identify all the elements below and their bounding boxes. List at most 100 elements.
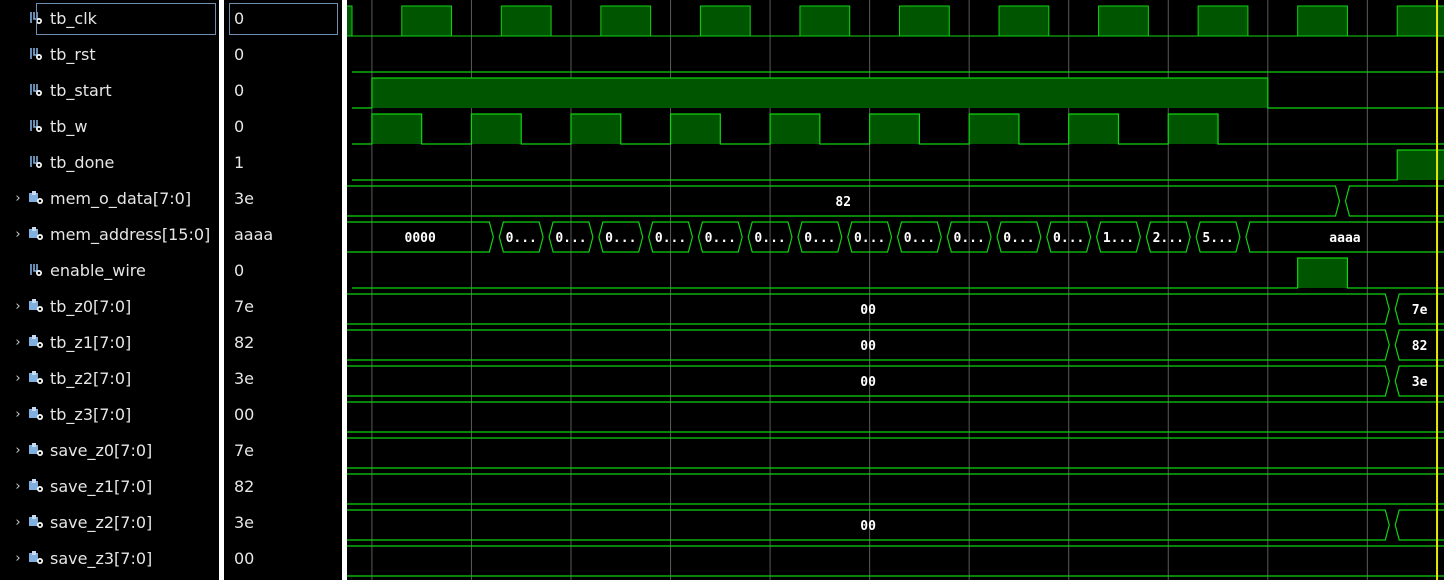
signal-name-cell[interactable]: ›tb_start <box>0 72 219 108</box>
signal-name[interactable]: enable_wire <box>50 261 146 280</box>
waveform-pane[interactable]: 82 0000 0... 0... 0... 0... 0... 0... 0... 0... 0.… <box>347 0 1444 580</box>
bus-value-label: 7e <box>1412 303 1428 318</box>
signal-row[interactable]: › save_z3[7:0] <box>0 540 219 576</box>
signal-value-pane[interactable]: 0 0 0 0 1 3e aaaa 0 7e 82 3e 00 7e 82 3e 00 <box>224 0 342 580</box>
signal-name[interactable]: tb_z2[7:0] <box>50 369 131 388</box>
waveform-tb_w[interactable] <box>352 113 1444 145</box>
signal-name[interactable]: tb_z3[7:0] <box>50 405 131 424</box>
signal-row[interactable]: › tb_z0[7:0] <box>0 288 219 324</box>
signal-value: 82 <box>234 333 255 352</box>
signal-value-row[interactable]: 1 <box>224 144 342 180</box>
signal-name-cell[interactable]: › mem_address[15:0] <box>0 216 219 252</box>
waveform-tb_z1[interactable]: 00 82 <box>347 329 1444 361</box>
expand-chevron-icon[interactable]: › <box>12 299 24 314</box>
signal-name-cell[interactable]: ›tb_w <box>0 108 219 144</box>
signal-row[interactable]: › save_z1[7:0] <box>0 468 219 504</box>
signal-name[interactable]: save_z1[7:0] <box>50 477 152 496</box>
signal-name-cell[interactable]: › tb_z0[7:0] <box>0 288 219 324</box>
expand-chevron-icon[interactable]: › <box>12 407 24 422</box>
signal-name-cell[interactable]: ›enable_wire <box>0 252 219 288</box>
signal-name-cell[interactable]: ›tb_rst <box>0 36 219 72</box>
signal-value-row[interactable]: 3e <box>224 180 342 216</box>
signal-name[interactable]: tb_z0[7:0] <box>50 297 131 316</box>
signal-name-cell[interactable]: ›tb_done <box>0 144 219 180</box>
signal-row[interactable]: › save_z2[7:0] <box>0 504 219 540</box>
signal-bus-icon <box>28 298 44 314</box>
signal-value-row[interactable]: 7e <box>224 432 342 468</box>
signal-name-cell[interactable]: › save_z0[7:0] <box>0 432 219 468</box>
signal-value-row[interactable]: 00 <box>224 540 342 576</box>
signal-value-row[interactable]: 0 <box>224 108 342 144</box>
signal-row[interactable]: ›enable_wire <box>0 252 219 288</box>
signal-name[interactable]: tb_rst <box>50 45 96 64</box>
waveform-enable_wire[interactable] <box>352 257 1444 289</box>
waveform-canvas[interactable]: 82 0000 0... 0... 0... 0... 0... 0... 0... 0... 0.… <box>347 0 1444 580</box>
signal-bus-icon <box>28 370 44 386</box>
expand-chevron-icon[interactable]: › <box>12 227 24 242</box>
signal-value-row[interactable]: 3e <box>224 360 342 396</box>
signal-name-cell[interactable]: › mem_o_data[7:0] <box>0 180 219 216</box>
expand-chevron-icon[interactable]: › <box>12 515 24 530</box>
signal-name-cell[interactable]: › save_z2[7:0] <box>0 504 219 540</box>
signal-name[interactable]: tb_start <box>50 81 112 100</box>
waveform-save_z0[interactable] <box>347 437 1444 469</box>
signal-name-cell[interactable]: › save_z1[7:0] <box>0 468 219 504</box>
selection-highlight <box>229 3 338 35</box>
signal-row[interactable]: › tb_z2[7:0] <box>0 360 219 396</box>
signal-value-row[interactable]: 82 <box>224 468 342 504</box>
waveform-tb_z2[interactable]: 00 3e <box>347 365 1444 397</box>
waveform-mem_o_data[interactable]: 82 <box>347 185 1444 217</box>
expand-chevron-icon[interactable]: › <box>12 551 24 566</box>
bus-value-label: 3e <box>1412 375 1428 390</box>
expand-chevron-icon[interactable]: › <box>12 371 24 386</box>
signal-row[interactable]: › tb_z3[7:0] <box>0 396 219 432</box>
signal-value-row[interactable]: 00 <box>224 396 342 432</box>
waveform-tb_z3[interactable] <box>347 401 1444 433</box>
signal-row[interactable]: › mem_address[15:0] <box>0 216 219 252</box>
signal-name[interactable]: tb_w <box>50 117 88 136</box>
waveform-mem_address[interactable]: 0000 0... 0... 0... 0... 0... 0... 0... 0... 0...… <box>347 221 1444 253</box>
waveform-tb_clk[interactable] <box>347 5 1444 37</box>
signal-row[interactable]: › tb_z1[7:0] <box>0 324 219 360</box>
waveform-save_z1[interactable] <box>347 473 1444 505</box>
signal-name-cell[interactable]: › save_z3[7:0] <box>0 540 219 576</box>
waveform-tb_z0[interactable]: 00 7e <box>347 293 1444 325</box>
waveform-tb_done[interactable] <box>352 149 1444 181</box>
signal-name[interactable]: mem_address[15:0] <box>50 225 210 244</box>
signal-name[interactable]: tb_z1[7:0] <box>50 333 131 352</box>
signal-name[interactable]: save_z0[7:0] <box>50 441 152 460</box>
signal-value-row[interactable]: 0 <box>224 72 342 108</box>
signal-row[interactable]: ›tb_start <box>0 72 219 108</box>
signal-name[interactable]: save_z2[7:0] <box>50 513 152 532</box>
expand-chevron-icon[interactable]: › <box>12 443 24 458</box>
waveform-save_z3[interactable] <box>347 545 1444 577</box>
signal-row[interactable]: ›tb_clk <box>0 0 219 36</box>
signal-row[interactable]: ›tb_rst <box>0 36 219 72</box>
expand-chevron-icon[interactable]: › <box>12 479 24 494</box>
clock-pulse <box>998 5 1050 37</box>
signal-value-row[interactable]: 0 <box>224 0 342 36</box>
signal-name[interactable]: mem_o_data[7:0] <box>50 189 191 208</box>
signal-row[interactable]: › save_z0[7:0] <box>0 432 219 468</box>
expand-chevron-icon[interactable]: › <box>12 335 24 350</box>
signal-name-cell[interactable]: › tb_z2[7:0] <box>0 360 219 396</box>
signal-value-row[interactable]: 0 <box>224 36 342 72</box>
signal-bit-icon <box>28 118 44 134</box>
signal-value-row[interactable]: aaaa <box>224 216 342 252</box>
signal-name[interactable]: save_z3[7:0] <box>50 549 152 568</box>
waveform-save_z2[interactable]: 00 <box>347 509 1444 541</box>
signal-value-row[interactable]: 82 <box>224 324 342 360</box>
signal-name-cell[interactable]: › tb_z1[7:0] <box>0 324 219 360</box>
signal-row[interactable]: ›tb_done <box>0 144 219 180</box>
signal-name[interactable]: tb_done <box>50 153 114 172</box>
waveform-tb_start[interactable] <box>352 77 1444 109</box>
signal-name-pane[interactable]: ›tb_clk›tb_rst›tb_start›tb_w›tb_done›mem… <box>0 0 219 580</box>
clock-pulse <box>1297 5 1348 37</box>
signal-row[interactable]: ›tb_w <box>0 108 219 144</box>
expand-chevron-icon[interactable]: › <box>12 191 24 206</box>
signal-row[interactable]: › mem_o_data[7:0] <box>0 180 219 216</box>
signal-name-cell[interactable]: › tb_z3[7:0] <box>0 396 219 432</box>
signal-value-row[interactable]: 7e <box>224 288 342 324</box>
signal-value-row[interactable]: 3e <box>224 504 342 540</box>
signal-value-row[interactable]: 0 <box>224 252 342 288</box>
